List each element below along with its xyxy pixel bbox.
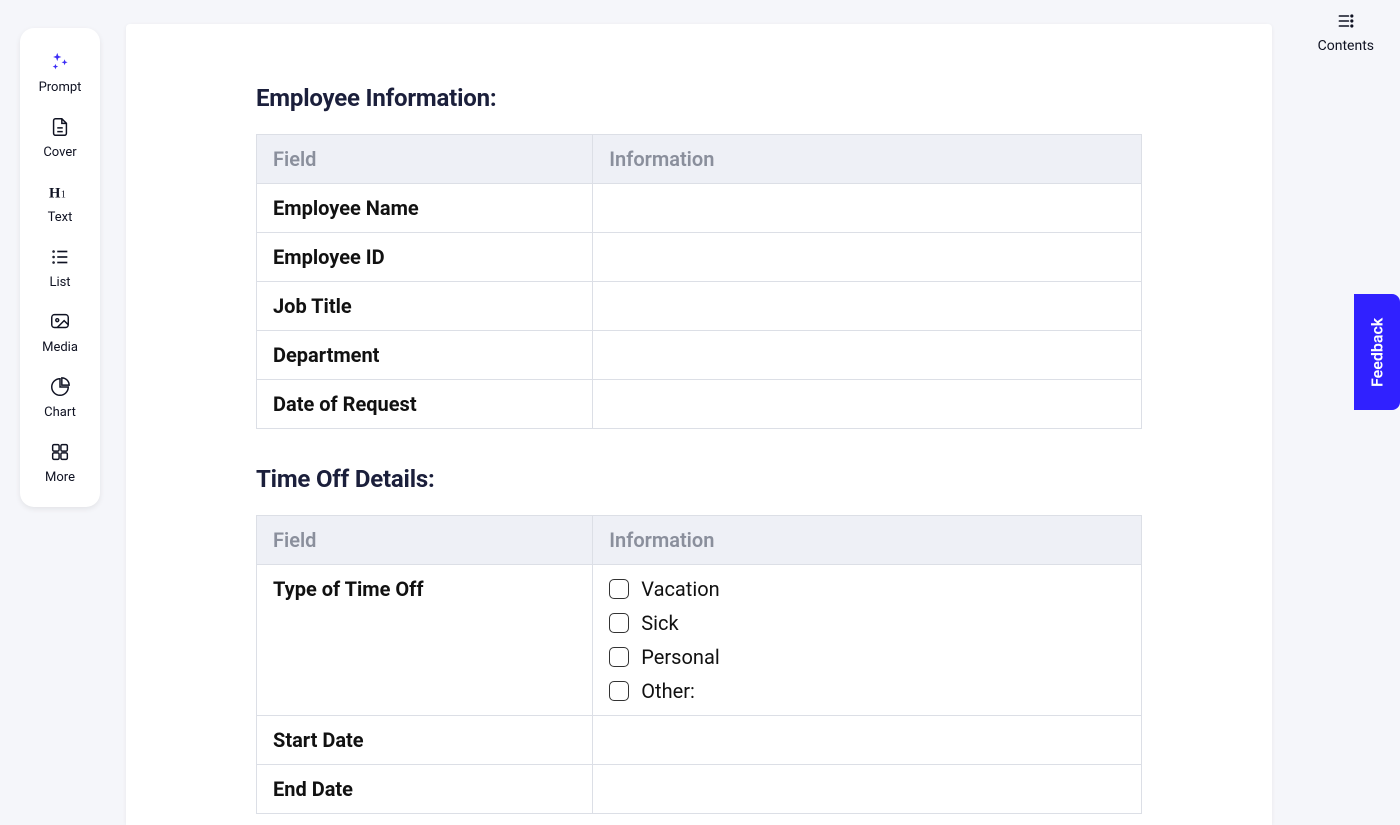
field-value[interactable] <box>593 282 1142 331</box>
image-icon <box>46 308 74 336</box>
tool-media[interactable]: Media <box>20 298 100 363</box>
table-header-field: Field <box>257 516 593 565</box>
field-label: Start Date <box>257 716 593 765</box>
time-off-details-table: Field Information Type of Time Off Vacat… <box>256 515 1142 814</box>
field-value[interactable] <box>593 716 1142 765</box>
field-label: Date of Request <box>257 380 593 429</box>
field-value[interactable] <box>593 184 1142 233</box>
table-row: Date of Request <box>257 380 1142 429</box>
tool-label: Chart <box>44 405 76 420</box>
tool-label: Text <box>48 210 73 225</box>
section-heading-employee-info: Employee Information: <box>256 84 1142 112</box>
field-value[interactable] <box>593 233 1142 282</box>
table-row: End Date <box>257 765 1142 814</box>
field-label: End Date <box>257 765 593 814</box>
svg-text:H: H <box>49 186 61 202</box>
section-heading-time-off: Time Off Details: <box>256 465 1142 493</box>
tool-cover[interactable]: Cover <box>20 103 100 168</box>
type-of-time-off-cell: Vacation Sick Personal Other: <box>593 565 1142 716</box>
sparkle-icon <box>46 48 74 76</box>
table-header-information: Information <box>593 135 1142 184</box>
option-label: Other: <box>641 679 695 703</box>
time-off-type-options: Vacation Sick Personal Other: <box>609 577 1125 703</box>
table-header-information: Information <box>593 516 1142 565</box>
table-row: Employee Name <box>257 184 1142 233</box>
checkbox[interactable] <box>609 647 629 667</box>
field-label: Job Title <box>257 282 593 331</box>
contents-label: Contents <box>1318 38 1374 54</box>
table-row: Type of Time Off Vacation Sick <box>257 565 1142 716</box>
list-item: Vacation <box>609 577 1125 601</box>
toc-icon <box>1336 12 1356 34</box>
list-item: Personal <box>609 645 1125 669</box>
tool-list[interactable]: List <box>20 233 100 298</box>
field-label: Employee ID <box>257 233 593 282</box>
field-value[interactable] <box>593 331 1142 380</box>
checkbox[interactable] <box>609 579 629 599</box>
field-value[interactable] <box>593 380 1142 429</box>
svg-text:1: 1 <box>61 190 66 201</box>
table-row: Employee ID <box>257 233 1142 282</box>
list-item: Sick <box>609 611 1125 635</box>
feedback-label: Feedback <box>1368 317 1387 386</box>
list-item: Other: <box>609 679 1125 703</box>
tool-label: Cover <box>43 145 76 160</box>
field-label: Department <box>257 331 593 380</box>
list-icon <box>46 243 74 271</box>
tool-label: List <box>49 275 70 290</box>
pie-chart-icon <box>46 373 74 401</box>
tool-label: Prompt <box>39 80 82 95</box>
tool-chart[interactable]: Chart <box>20 363 100 428</box>
option-label: Vacation <box>641 577 719 601</box>
checkbox[interactable] <box>609 613 629 633</box>
field-label: Type of Time Off <box>257 565 593 716</box>
tool-more[interactable]: More <box>20 428 100 493</box>
option-label: Personal <box>641 645 719 669</box>
grid-icon <box>46 438 74 466</box>
tool-label: More <box>45 470 75 485</box>
table-row: Department <box>257 331 1142 380</box>
table-row: Job Title <box>257 282 1142 331</box>
tool-label: Media <box>42 340 78 355</box>
employee-information-table: Field Information Employee Name Employee… <box>256 134 1142 429</box>
field-label: Employee Name <box>257 184 593 233</box>
tool-text[interactable]: H1 Text <box>20 168 100 233</box>
document-icon <box>46 113 74 141</box>
table-row: Start Date <box>257 716 1142 765</box>
contents-button[interactable]: Contents <box>1312 8 1380 58</box>
tool-prompt[interactable]: Prompt <box>20 38 100 103</box>
left-toolbar: Prompt Cover H1 Text List Media Chart <box>20 28 100 507</box>
field-value[interactable] <box>593 765 1142 814</box>
option-label: Sick <box>641 611 678 635</box>
feedback-tab[interactable]: Feedback <box>1354 294 1400 410</box>
checkbox[interactable] <box>609 681 629 701</box>
document-page: Employee Information: Field Information … <box>126 24 1272 825</box>
heading-icon: H1 <box>46 178 74 206</box>
table-header-field: Field <box>257 135 593 184</box>
